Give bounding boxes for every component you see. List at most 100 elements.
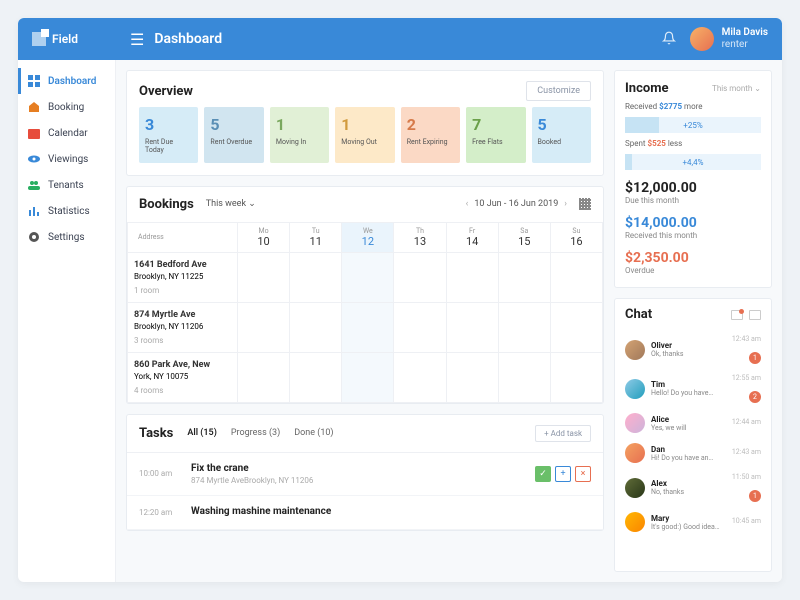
booking-cell[interactable] <box>394 252 446 302</box>
prev-week-button[interactable]: ‹ <box>466 199 469 209</box>
booking-cell[interactable] <box>446 252 498 302</box>
tab-done[interactable]: Done (10) <box>294 428 333 438</box>
booking-cell[interactable] <box>498 302 550 352</box>
income-card: Income This month ⌄ Received $2775 more … <box>614 70 772 288</box>
chat-avatar <box>625 379 645 399</box>
user-role: renter <box>722 39 768 51</box>
booking-cell[interactable] <box>550 352 602 402</box>
income-amount: $14,000.00 <box>615 209 771 231</box>
customize-button[interactable]: Customize <box>526 81 591 101</box>
chat-title: Chat <box>625 307 652 322</box>
qr-icon[interactable] <box>579 198 591 210</box>
address-cell[interactable]: 1641 Bedford AveBrooklyn, NY 112251 room <box>128 252 238 302</box>
tab-progress[interactable]: Progress (3) <box>231 428 280 438</box>
grid-icon <box>28 75 40 87</box>
day-header[interactable]: Fr14 <box>446 222 498 252</box>
booking-cell[interactable] <box>290 352 342 402</box>
day-header[interactable]: Tu11 <box>290 222 342 252</box>
sidebar-item-statistics[interactable]: Statistics <box>18 198 115 224</box>
booking-cell[interactable] <box>238 302 290 352</box>
booking-cell[interactable] <box>394 352 446 402</box>
booking-cell[interactable] <box>290 252 342 302</box>
task-add-button[interactable]: + <box>555 466 571 482</box>
home-icon <box>28 101 40 113</box>
day-header[interactable]: Su16 <box>550 222 602 252</box>
chat-item[interactable]: DanHi! Do you have an…12:43 am <box>615 438 771 468</box>
chat-item[interactable]: AliceYes, we will12:44 am <box>615 408 771 438</box>
chat-item[interactable]: AlexNo, thanks11:50 am1 <box>615 468 771 507</box>
income-amount: $2,350.00 <box>615 244 771 266</box>
income-amount: $12,000.00 <box>615 174 771 196</box>
calendar-icon <box>28 127 40 139</box>
tab-all[interactable]: All (15) <box>187 428 217 438</box>
booking-cell[interactable] <box>290 302 342 352</box>
booking-cell[interactable] <box>342 352 394 402</box>
booking-cell[interactable] <box>550 302 602 352</box>
week-selector[interactable]: This week ⌄ <box>206 199 256 209</box>
user-name: Mila Davis <box>722 27 768 39</box>
logo[interactable]: Field <box>32 32 130 46</box>
next-week-button[interactable]: › <box>564 199 567 209</box>
sidebar-item-calendar[interactable]: Calendar <box>18 120 115 146</box>
logo-text: Field <box>52 32 78 46</box>
stat-tile[interactable]: 7Free Flats <box>466 107 525 163</box>
booking-cell[interactable] <box>342 252 394 302</box>
day-header[interactable]: Th13 <box>394 222 446 252</box>
chat-avatar <box>625 443 645 463</box>
bookings-title: Bookings <box>139 197 194 212</box>
sidebar-item-settings[interactable]: Settings <box>18 224 115 250</box>
booking-cell[interactable] <box>498 352 550 402</box>
booking-cell[interactable] <box>498 252 550 302</box>
booking-cell[interactable] <box>342 302 394 352</box>
chat-item[interactable]: OliverOk, thanks12:43 am1 <box>615 330 771 369</box>
booking-cell[interactable] <box>238 352 290 402</box>
page-title: Dashboard <box>154 31 661 47</box>
logo-icon <box>32 32 46 46</box>
spent-line: Spent $525 less <box>615 137 771 150</box>
booking-cell[interactable] <box>446 352 498 402</box>
stat-tile[interactable]: 5Rent Overdue <box>204 107 263 163</box>
stat-tile[interactable]: 1Moving In <box>270 107 329 163</box>
booking-cell[interactable] <box>238 252 290 302</box>
task-done-button[interactable]: ✓ <box>535 466 551 482</box>
stat-tile[interactable]: 2Rent Expiring <box>401 107 460 163</box>
add-task-button[interactable]: + Add task <box>535 425 591 442</box>
sidebar-item-viewings[interactable]: Viewings <box>18 146 115 172</box>
spent-progress: +4,4% <box>625 154 761 170</box>
stat-tile[interactable]: 1Moving Out <box>335 107 394 163</box>
income-period-selector[interactable]: This month ⌄ <box>712 84 761 93</box>
tasks-card: Tasks All (15) Progress (3) Done (10) + … <box>126 414 604 531</box>
bell-icon[interactable] <box>662 30 676 49</box>
address-cell[interactable]: 860 Park Ave, NewYork, NY 100754 rooms <box>128 352 238 402</box>
address-cell[interactable]: 874 Myrtle AveBrooklyn, NY 112063 rooms <box>128 302 238 352</box>
day-header[interactable]: Mo10 <box>238 222 290 252</box>
bars-icon <box>28 205 40 217</box>
day-header[interactable]: We12 <box>342 222 394 252</box>
income-amount-label: Overdue <box>615 266 771 279</box>
sidebar: Dashboard Booking Calendar Viewings Tena… <box>18 60 116 582</box>
day-header[interactable]: Sa15 <box>498 222 550 252</box>
window-icon[interactable] <box>749 310 761 320</box>
booking-cell[interactable] <box>446 302 498 352</box>
sidebar-item-booking[interactable]: Booking <box>18 94 115 120</box>
chat-badge: 2 <box>749 391 761 403</box>
overview-card: Overview Customize 3Rent Due Today5Rent … <box>126 70 604 176</box>
menu-icon[interactable]: ☰ <box>130 30 144 49</box>
task-row[interactable]: 12:20 amWashing mashine maintenance <box>127 496 603 530</box>
chat-avatar <box>625 413 645 433</box>
mail-icon[interactable] <box>731 310 743 320</box>
booking-cell[interactable] <box>550 252 602 302</box>
tasks-title: Tasks <box>139 426 173 441</box>
booking-cell[interactable] <box>394 302 446 352</box>
sidebar-item-tenants[interactable]: Tenants <box>18 172 115 198</box>
chat-avatar <box>625 512 645 532</box>
task-delete-button[interactable]: × <box>575 466 591 482</box>
chat-item[interactable]: MaryIt's good:) Good idea…10:45 am <box>615 507 771 537</box>
address-header: Address <box>128 222 238 252</box>
stat-tile[interactable]: 3Rent Due Today <box>139 107 198 163</box>
task-row[interactable]: 10:00 amFix the crane874 Myrtle AveBrook… <box>127 453 603 496</box>
user-menu[interactable]: Mila Davis renter <box>690 27 768 51</box>
chat-item[interactable]: TimHello! Do you have…12:55 am2 <box>615 369 771 408</box>
stat-tile[interactable]: 5Booked <box>532 107 591 163</box>
sidebar-item-dashboard[interactable]: Dashboard <box>18 68 115 94</box>
